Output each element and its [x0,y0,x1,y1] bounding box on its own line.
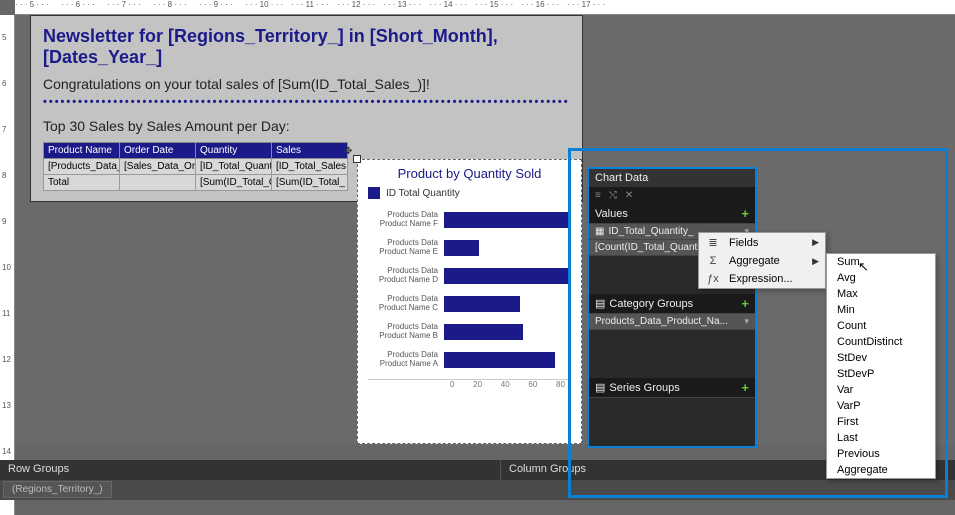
aggregate-option-var[interactable]: Var [827,382,935,398]
series-groups-label: Series Groups [609,382,679,394]
chart-data-toolbar[interactable]: ≡ ⤭ ✕ [589,187,755,204]
menu-item-aggregate[interactable]: ΣAggregate▶ [699,252,825,270]
series-groups-header[interactable]: ▤ Series Groups + [589,378,755,398]
chart-legend: ID Total Quantity [358,183,581,203]
chart-data-panel[interactable]: Chart Data ≡ ⤭ ✕ Values + ▦ID_Total_Quan… [587,167,757,448]
chart-plot-area[interactable]: Products Data Product Name F Products Dat… [358,203,581,389]
groups-bar: Row Groups Column Groups [0,460,955,480]
chart-bar[interactable]: Products Data Product Name B [368,323,571,341]
aggregate-option-last[interactable]: Last [827,430,935,446]
section-heading[interactable]: Top 30 Sales by Sales Amount per Day: [43,118,570,134]
menu-item-fields[interactable]: ≣Fields▶ [699,233,825,252]
category-field-1[interactable]: Products_Data_Product_Na...▾ [589,314,755,330]
field-icon: ▦ [595,226,604,237]
dropdown-arrow-icon[interactable]: ▾ [744,316,749,327]
aggregate-submenu[interactable]: SumAvgMaxMinCountCountDistinctStDevStDev… [826,253,936,479]
field-context-menu[interactable]: ≣Fields▶ΣAggregate▶ƒxExpression... [698,232,826,289]
aggregate-option-avg[interactable]: Avg [827,270,935,286]
congrats-text[interactable]: Congratulations on your total sales of [… [43,76,570,92]
category-groups-header[interactable]: ▤ Category Groups + [589,294,755,314]
chart-bar[interactable]: Products Data Product Name E [368,239,571,257]
row-groups-strip[interactable]: (Regions_Territory_) [0,480,955,500]
aggregate-option-max[interactable]: Max [827,286,935,302]
add-category-icon[interactable]: + [741,296,749,311]
group-icon: ▤ [595,297,605,310]
category-groups-label: Category Groups [609,298,693,310]
column-groups-label[interactable]: Column Groups [500,460,594,480]
fields-icon: ≣ [705,236,721,249]
legend-swatch [368,187,380,199]
chart-bar[interactable]: Products Data Product Name C [368,295,571,313]
aggregate-option-min[interactable]: Min [827,302,935,318]
design-canvas[interactable]: Newsletter for [Regions_Territory_] in [… [15,15,955,445]
collapse-icon[interactable]: ≡ [595,190,601,201]
table-header[interactable]: Product Name [44,143,120,159]
bar-category-label: Products Data Product Name E [368,239,444,257]
aggregate-option-count[interactable]: Count [827,318,935,334]
aggregate-option-stdev[interactable]: StDev [827,350,935,366]
submenu-arrow-icon: ▶ [812,237,819,248]
values-label: Values [595,208,628,220]
sales-table[interactable]: Product NameOrder DateQuantitySales [Pro… [43,142,348,191]
submenu-arrow-icon: ▶ [812,256,819,267]
bar-category-label: Products Data Product Name D [368,267,444,285]
add-series-icon[interactable]: + [741,380,749,395]
row-group-item[interactable]: (Regions_Territory_) [3,481,112,498]
bar-category-label: Products Data Product Name B [368,323,444,341]
aggregate-option-previous[interactable]: Previous [827,446,935,462]
legend-label: ID Total Quantity [386,188,460,199]
row-groups-label[interactable]: Row Groups [0,460,500,480]
values-section-header[interactable]: Values + [589,204,755,224]
aggregate-icon: Σ [705,255,721,267]
bar-category-label: Products Data Product Name F [368,211,444,229]
add-value-icon[interactable]: + [741,206,749,221]
table-row[interactable]: [Products_Data_[Sales_Data_Ord[ID_Total_… [44,159,348,175]
aggregate-option-varp[interactable]: VarP [827,398,935,414]
aggregate-option-sum[interactable]: Sum [827,254,935,270]
separator-dots: ••••••••••••••••••••••••••••••••••••••••… [43,96,570,108]
menu-item-expression-[interactable]: ƒxExpression... [699,270,825,288]
chart-title[interactable]: Product by Quantity Sold [358,160,581,183]
aggregate-option-first[interactable]: First [827,414,935,430]
table-header[interactable]: Sales [272,143,348,159]
chart-bar[interactable]: Products Data Product Name F [368,211,571,229]
chart-bar[interactable]: Products Data Product Name D [368,267,571,285]
column-groups-text: Column Groups [509,463,586,475]
table-header[interactable]: Order Date [120,143,196,159]
bar-category-label: Products Data Product Name C [368,295,444,313]
aggregate-option-aggregate[interactable]: Aggregate [827,462,935,478]
ruler-horizontal: · · · 5 · · ·· · · 6 · · ·· · · 7 · · ··… [15,0,955,15]
table-header[interactable]: Quantity [196,143,272,159]
delete-icon[interactable]: ✕ [625,190,633,201]
group-icon: ▤ [595,381,605,394]
newsletter-title[interactable]: Newsletter for [Regions_Territory_] in [… [43,26,570,68]
bar-category-label: Products Data Product Name A [368,351,444,369]
chart-bar[interactable]: Products Data Product Name A [368,351,571,369]
table-row[interactable]: Total[Sum(ID_Total_Q[Sum(ID_Total_ [44,175,348,191]
ruler-vertical: 567891011121314 [0,15,15,515]
expression...-icon: ƒx [705,273,721,285]
resize-handle[interactable] [353,155,361,163]
aggregate-option-countdistinct[interactable]: CountDistinct [827,334,935,350]
swap-icon[interactable]: ⤭ [609,190,617,201]
chart-region[interactable]: ✥ Product by Quantity Sold ID Total Quan… [357,159,582,444]
chart-data-header[interactable]: Chart Data [589,169,755,187]
chart-x-axis: 020406080 [368,379,571,389]
aggregate-option-stdevp[interactable]: StDevP [827,366,935,382]
